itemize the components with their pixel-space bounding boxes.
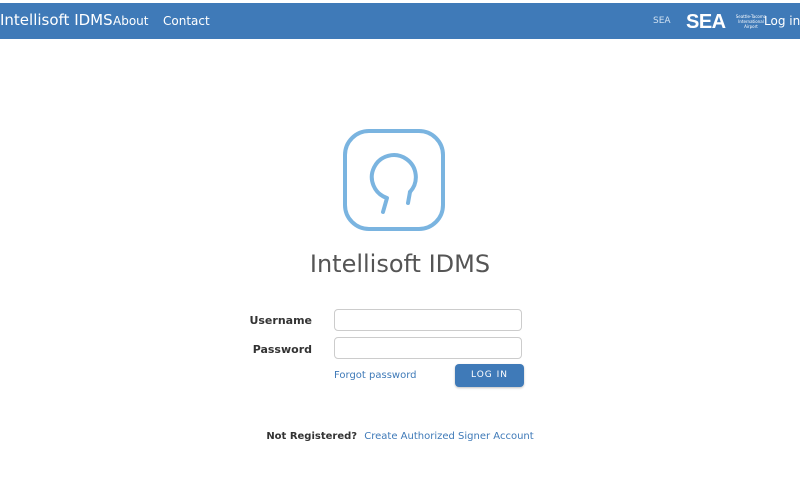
create-account-link[interactable]: Create Authorized Signer Account — [364, 431, 533, 442]
username-input[interactable] — [334, 309, 522, 331]
forgot-password-link[interactable]: Forgot password — [334, 370, 417, 381]
password-input[interactable] — [334, 337, 522, 359]
intellisoft-logo-icon — [343, 129, 445, 231]
brand-link[interactable]: Intellisoft IDMS — [0, 11, 113, 29]
nav-small-label: SEA — [653, 16, 671, 26]
app-title: Intellisoft IDMS — [309, 250, 491, 278]
register-line: Not Registered? Create Authorized Signer… — [0, 431, 800, 442]
register-prompt: Not Registered? — [266, 431, 358, 442]
login-link[interactable]: Log in — [764, 14, 800, 28]
username-label: Username — [249, 314, 312, 327]
partner-logo-text: SEA — [686, 11, 726, 33]
password-label: Password — [252, 343, 312, 356]
nav-link-contact[interactable]: Contact — [163, 14, 210, 28]
top-navbar: Intellisoft IDMS About Contact SEA SEA S… — [0, 3, 800, 39]
nav-link-about[interactable]: About — [113, 14, 148, 28]
login-button[interactable]: LOG IN — [455, 364, 524, 387]
